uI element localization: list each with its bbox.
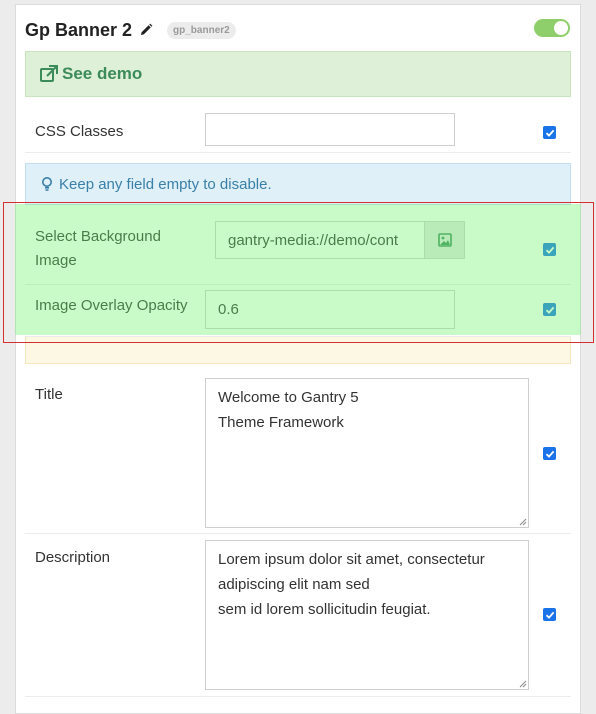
background-image-row: Select Background Image gantry-media://d… [25, 215, 571, 285]
css-classes-input[interactable] [205, 113, 455, 146]
css-classes-label: CSS Classes [35, 123, 124, 140]
background-image-input[interactable]: gantry-media://demo/cont [215, 221, 425, 259]
info-alert: Keep any field empty to disable. [25, 163, 571, 205]
toggle-knob [554, 21, 568, 35]
css-classes-override-checkbox[interactable] [543, 126, 556, 139]
warning-alert [25, 337, 571, 364]
resize-grip-icon[interactable] [517, 516, 527, 526]
checkbox-checked-icon [545, 129, 554, 137]
particle-id-badge: gp_banner2 [167, 21, 236, 39]
overlay-opacity-input[interactable]: 0.6 [205, 290, 455, 329]
info-text: Keep any field empty to disable. [59, 175, 272, 193]
see-demo-label: See demo [62, 64, 143, 83]
checkbox-checked-icon [545, 306, 554, 314]
external-link-icon [40, 65, 58, 82]
overlay-opacity-override-checkbox[interactable] [543, 303, 556, 316]
checkbox-checked-icon [545, 450, 554, 458]
description-row: Description Lorem ipsum dolor sit amet, … [25, 534, 571, 697]
description-override-checkbox[interactable] [543, 608, 556, 621]
title-label: Title [35, 386, 63, 403]
panel-header: Gp Banner 2 gp_banner2 [25, 17, 236, 43]
overlay-opacity-row: Image Overlay Opacity 0.6 [25, 285, 571, 337]
background-image-label: Select Background Image [35, 228, 161, 269]
title-override-checkbox[interactable] [543, 447, 556, 460]
checkbox-checked-icon [545, 246, 554, 254]
checkbox-checked-icon [545, 611, 554, 619]
description-textarea[interactable]: Lorem ipsum dolor sit amet, consectetur … [205, 540, 529, 690]
title-row: Title Welcome to Gantry 5 Theme Framewor… [25, 371, 571, 534]
enable-toggle[interactable] [534, 19, 570, 37]
media-picker-button[interactable] [425, 221, 465, 259]
title-textarea[interactable]: Welcome to Gantry 5 Theme Framework [205, 378, 529, 528]
css-classes-row: CSS Classes [25, 109, 571, 153]
particle-settings-panel: Gp Banner 2 gp_banner2 See demo CSS Clas… [15, 4, 581, 714]
lightbulb-icon [42, 177, 52, 191]
resize-grip-icon[interactable] [517, 678, 527, 688]
overlay-opacity-label: Image Overlay Opacity [35, 297, 188, 314]
pencil-icon[interactable] [139, 23, 153, 37]
image-icon [437, 233, 452, 247]
particle-title: Gp Banner 2 [25, 19, 133, 40]
background-image-override-checkbox[interactable] [543, 243, 556, 256]
description-label: Description [35, 549, 111, 566]
see-demo-link[interactable]: See demo [25, 51, 571, 97]
